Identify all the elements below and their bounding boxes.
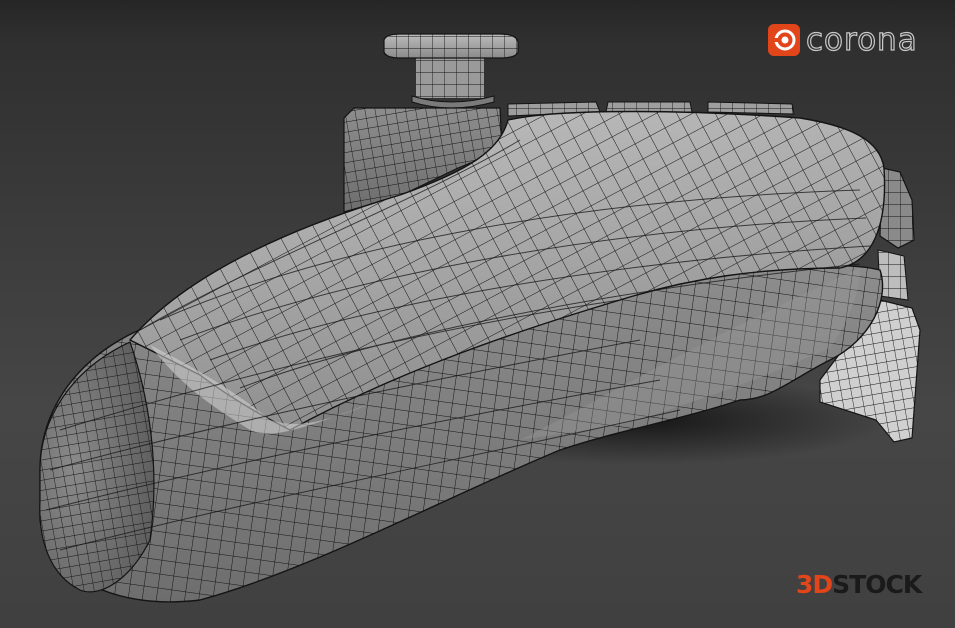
corona-logo-icon [768,24,800,56]
3dstock-logo-suffix: STOCK [832,570,922,599]
render-viewport: corona 3DSTOCK [0,0,955,628]
grip-body [39,110,886,603]
3dstock-logo: 3DSTOCK [796,570,922,599]
corona-wordmark: corona [805,22,918,58]
corona-logo: corona [768,22,918,58]
controller-wireframe-render [39,33,921,603]
3dstock-logo-prefix: 3D [796,570,833,599]
analog-stick [383,33,519,109]
